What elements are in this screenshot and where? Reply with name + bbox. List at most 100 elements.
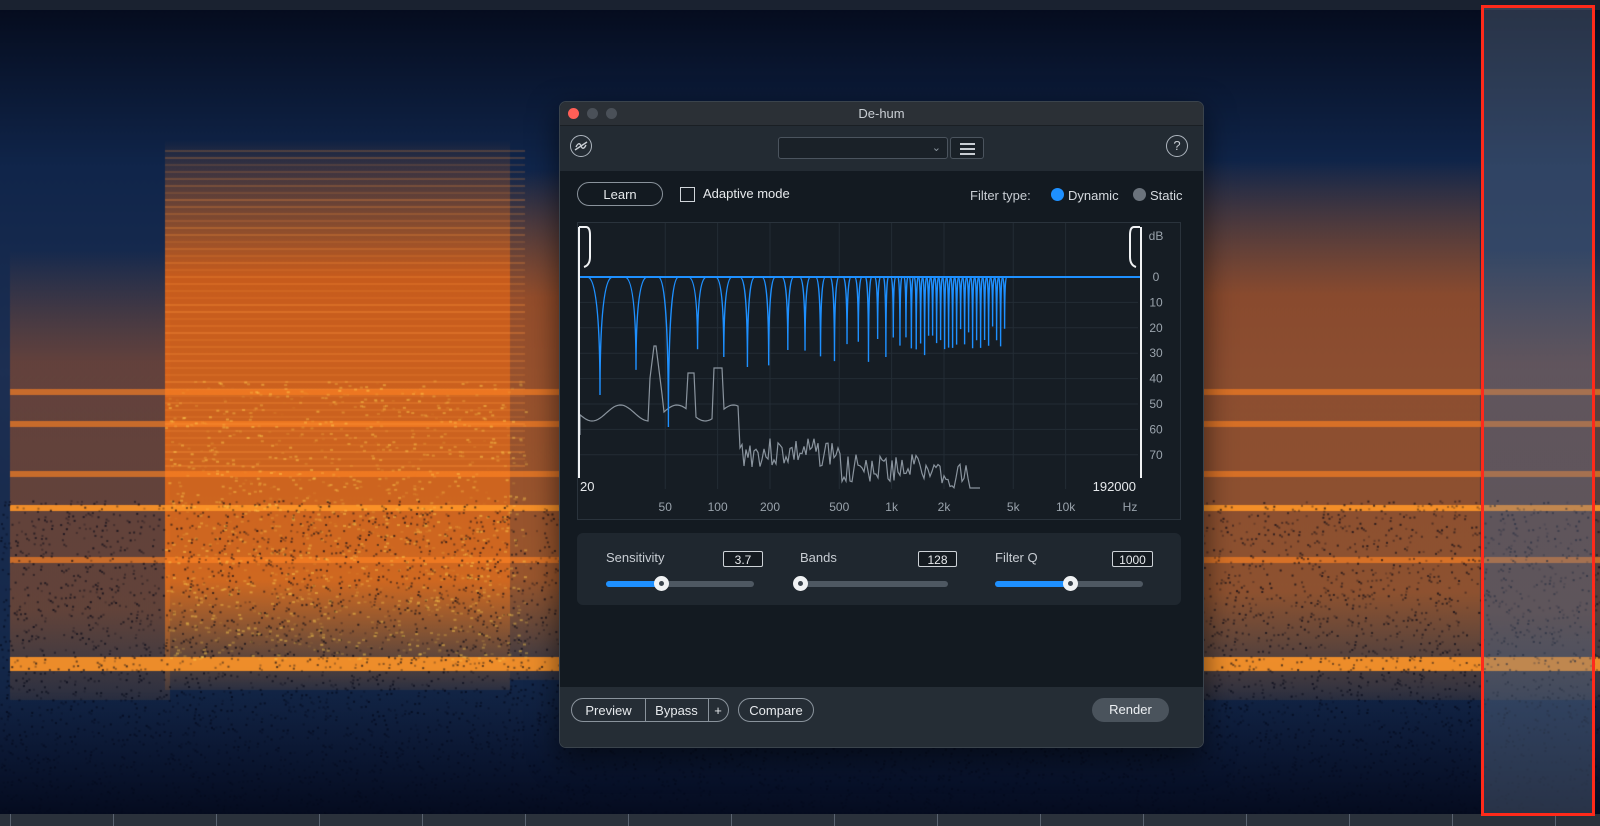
freq-tick-label: 1k [885, 500, 899, 514]
db-tick-label: 20 [1149, 321, 1163, 335]
footer-bar: Preview Bypass + Compare Render [560, 687, 1203, 747]
render-button[interactable]: Render [1092, 698, 1169, 722]
notch-filter [989, 276, 996, 327]
notch-filter [842, 276, 852, 345]
ruler-tick [422, 814, 423, 826]
input-spectrum-line [579, 345, 980, 490]
sensitivity-value[interactable]: 3.7 [723, 551, 763, 567]
selection-region[interactable] [1481, 5, 1595, 816]
notch-filter [854, 276, 863, 342]
range-start-label: 20 [580, 479, 594, 494]
db-tick-label: 30 [1149, 346, 1163, 360]
sensitivity-slider-knob[interactable] [653, 576, 669, 591]
notch-filter [798, 276, 812, 351]
plugin-logo-icon[interactable] [570, 135, 592, 157]
ruler-tick [216, 814, 217, 826]
filter-type-static-radio[interactable] [1133, 188, 1146, 201]
notch-filter [997, 276, 1004, 347]
compare-button[interactable]: Compare [738, 698, 814, 722]
notch-filter [688, 276, 708, 350]
freq-tick-label: 500 [829, 500, 849, 514]
filter-q-label: Filter Q [995, 550, 1038, 565]
filter-type-dynamic-label: Dynamic [1068, 188, 1119, 203]
filter-response-graph[interactable]: 50 100 200 500 1k 2k 5k 10k Hz dB 0 10 20 30 40 50 60 70 2… [577, 222, 1181, 520]
filter-type-dynamic-radio[interactable] [1051, 188, 1064, 201]
range-end-label: 192000 [1093, 479, 1136, 494]
bands-slider-knob[interactable] [793, 576, 808, 591]
hz-unit-label: Hz [1123, 500, 1138, 514]
db-tick-label: 40 [1149, 372, 1163, 386]
freq-tick-label: 200 [760, 500, 780, 514]
ruler-tick [937, 814, 938, 826]
top-bar [0, 0, 1600, 10]
bypass-button[interactable]: Bypass [645, 698, 709, 722]
ruler-tick [731, 814, 732, 826]
title-bar[interactable]: De-hum [560, 102, 1203, 126]
de-hum-window: De-hum ⌄ ? Learn Adaptive mode Filter ty… [559, 101, 1204, 748]
preset-dropdown[interactable]: ⌄ [778, 137, 948, 159]
notch-filter [624, 276, 648, 370]
notch-filter [981, 276, 988, 341]
ruler-tick [1349, 814, 1350, 826]
notch-filter [897, 276, 903, 346]
plugin-toolbar: ⌄ ? [560, 126, 1203, 171]
freq-tick-label: 5k [1007, 500, 1021, 514]
notch-filter [969, 276, 976, 349]
ruler-tick [834, 814, 835, 826]
filter-q-value[interactable]: 1000 [1112, 551, 1153, 567]
sensitivity-label: Sensitivity [606, 550, 665, 565]
bands-slider[interactable] [793, 576, 948, 591]
adaptive-mode-checkbox[interactable] [680, 187, 695, 202]
ruler-tick [1246, 814, 1247, 826]
filter-q-slider-knob[interactable] [1063, 576, 1079, 591]
db-tick-label: 0 [1153, 270, 1160, 284]
notch-filter [949, 276, 956, 348]
chevron-down-icon: ⌄ [931, 142, 941, 154]
notch-filter [993, 276, 1000, 341]
adaptive-mode-label: Adaptive mode [703, 186, 790, 201]
filter-type-static-label: Static [1150, 188, 1183, 203]
notch-filter [985, 276, 992, 346]
notch-filter [937, 276, 944, 341]
db-tick-label: 60 [1149, 422, 1163, 436]
ruler-tick [1452, 814, 1453, 826]
notch-filter [925, 276, 932, 336]
learn-button[interactable]: Learn [577, 182, 663, 206]
db-tick-label: 10 [1149, 295, 1163, 309]
left-range-handle[interactable] [579, 226, 591, 268]
notch-filter [913, 276, 919, 350]
notch-filter [874, 276, 882, 340]
controls-row: Learn Adaptive mode Filter type: Dynamic… [560, 171, 1203, 221]
db-tick-label: 50 [1149, 397, 1163, 411]
notch-filter [929, 276, 936, 336]
add-button[interactable]: + [708, 698, 729, 722]
notch-filter [864, 276, 873, 362]
ruler-tick [1040, 814, 1041, 826]
notch-filter [953, 276, 960, 345]
notch-filter [882, 276, 890, 357]
bands-value[interactable]: 128 [918, 551, 957, 567]
notch-filter [973, 276, 980, 341]
right-range-handle[interactable] [1129, 226, 1140, 268]
notch-filter [933, 276, 940, 344]
sensitivity-slider[interactable] [606, 576, 754, 591]
freq-tick-label: 50 [659, 500, 673, 514]
db-unit-label: dB [1149, 229, 1164, 243]
ruler-tick [10, 814, 11, 826]
filter-q-slider[interactable] [995, 576, 1143, 591]
ruler-tick [1143, 814, 1144, 826]
notch-filter [917, 276, 924, 344]
help-icon[interactable]: ? [1166, 135, 1188, 157]
notch-filter [945, 276, 952, 348]
freq-tick-label: 2k [938, 500, 952, 514]
ruler-tick [113, 814, 114, 826]
preview-button[interactable]: Preview [571, 698, 646, 722]
window-title: De-hum [858, 106, 905, 121]
preset-menu-button[interactable] [950, 137, 984, 159]
db-tick-label: 70 [1149, 448, 1163, 462]
notch-filter [961, 276, 968, 345]
notch-filter [814, 276, 827, 357]
time-ruler[interactable] [0, 814, 1600, 826]
bands-label: Bands [800, 550, 837, 565]
notch-filter [761, 276, 776, 366]
